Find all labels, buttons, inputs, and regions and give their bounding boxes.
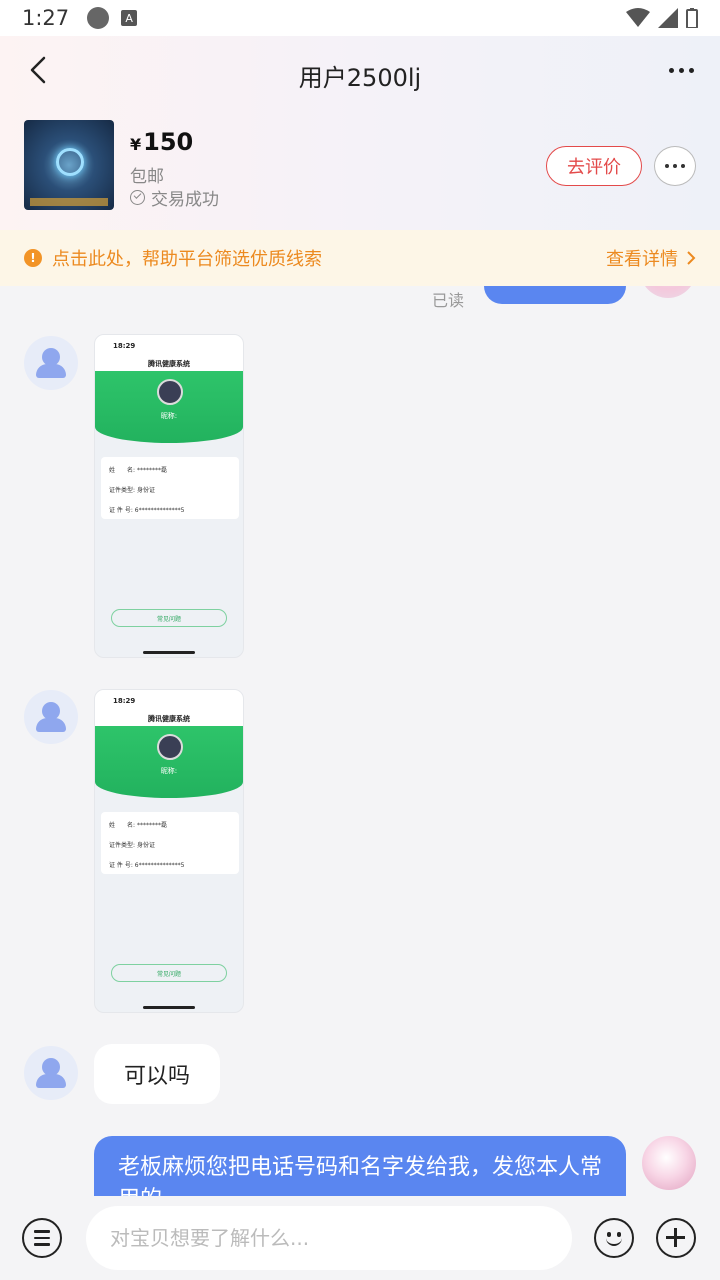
- menu-button[interactable]: [22, 1218, 62, 1258]
- currency-symbol: ¥: [130, 135, 142, 154]
- status-time: 1:27: [22, 6, 70, 30]
- screenshot-title: 腾讯健康系统: [148, 360, 190, 368]
- input-bar: [0, 1196, 720, 1280]
- screenshot-idno-row: 证 件 号: 6**************5: [109, 505, 184, 514]
- chevron-right-icon: [687, 251, 696, 265]
- dot-icon: [678, 67, 684, 73]
- product-price: ¥150: [130, 128, 193, 156]
- dot-icon: [668, 67, 674, 73]
- avatar-body: [36, 364, 66, 378]
- idtype-label: 证件类型:: [109, 487, 136, 494]
- debug-icon: [87, 7, 110, 29]
- my-message-bubble-partial[interactable]: [484, 286, 626, 304]
- review-button[interactable]: 去评价: [546, 146, 642, 186]
- image-message[interactable]: 18:29 腾讯健康系统 昵称: 姓 名: ********磊 证件类型: 身份…: [94, 689, 244, 1013]
- name-label: 姓 名:: [109, 822, 136, 829]
- screenshot-header: 18:29 腾讯健康系统: [95, 690, 243, 726]
- notice-banner[interactable]: ! 点击此处，帮助平台筛选优质线索 查看详情: [0, 230, 720, 286]
- nav-bar: 用户2500lj: [0, 36, 720, 106]
- my-avatar[interactable]: [640, 286, 696, 298]
- screenshot-header: 18:29 腾讯健康系统: [95, 335, 243, 371]
- menu-line-icon: [34, 1243, 50, 1246]
- read-receipt: 已读: [432, 291, 465, 310]
- screenshot-faq-button: 常见问题: [111, 609, 227, 627]
- product-card[interactable]: ¥150 包邮 交易成功 去评价: [24, 120, 696, 212]
- screenshot-name-row: 姓 名: ********磊: [109, 465, 167, 474]
- notice-details-link[interactable]: 查看详情: [606, 245, 696, 271]
- idno-label: 证 件 号:: [109, 862, 133, 869]
- product-thumbnail[interactable]: [24, 120, 114, 210]
- menu-line-icon: [34, 1230, 50, 1233]
- screenshot-home-indicator: [143, 1006, 195, 1009]
- emoji-mouth-icon: [606, 1237, 622, 1246]
- my-avatar[interactable]: [642, 1136, 696, 1190]
- screenshot-time: 18:29: [113, 697, 136, 705]
- screenshot-nickname: 昵称:: [160, 767, 178, 775]
- screenshot-idtype-row: 证件类型: 身份证: [109, 840, 155, 849]
- image-message[interactable]: 18:29 腾讯健康系统 昵称: 姓 名: ********磊 证件类型: 身份…: [94, 334, 244, 658]
- idtype-value: 身份证: [136, 842, 155, 849]
- message-input[interactable]: [86, 1206, 572, 1270]
- dot-icon: [681, 164, 685, 168]
- check-circle-icon: [130, 190, 145, 205]
- deal-status-text: 交易成功: [151, 190, 219, 210]
- more-options-button[interactable]: [664, 56, 698, 84]
- my-text-message[interactable]: 老板麻烦您把电话号码和名字发给我，发您本人常用的: [94, 1136, 626, 1196]
- peer-text-message[interactable]: 可以吗: [94, 1044, 221, 1104]
- screenshot-avatar: [157, 734, 183, 760]
- screenshot-time: 18:29: [113, 342, 136, 350]
- screenshot-avatar: [157, 379, 183, 405]
- screenshot-nickname: 昵称:: [160, 412, 178, 420]
- idno-value: 6**************5: [134, 862, 185, 869]
- battery-icon: [686, 8, 698, 28]
- thumbnail-bar: [30, 198, 108, 206]
- name-label: 姓 名:: [109, 467, 136, 474]
- screenshot-home-indicator: [143, 651, 195, 654]
- screenshot-id-card: 姓 名: ********磊 证件类型: 身份证 证 件 号: 6*******…: [101, 457, 239, 519]
- menu-line-icon: [34, 1236, 50, 1240]
- dot-icon: [688, 67, 694, 73]
- avatar-body: [36, 718, 66, 732]
- shipping-label: 包邮: [130, 167, 164, 187]
- idtype-label: 证件类型:: [109, 842, 136, 849]
- peer-avatar[interactable]: [24, 1046, 78, 1100]
- screenshot-faq-button: 常见问题: [111, 964, 227, 982]
- game-emblem-icon: [56, 148, 84, 176]
- avatar-body: [36, 1074, 66, 1088]
- a-notification-icon: A: [121, 10, 138, 26]
- screenshot-title: 腾讯健康系统: [148, 715, 190, 723]
- plus-button[interactable]: [656, 1218, 696, 1258]
- deal-status: 交易成功: [130, 185, 219, 210]
- name-value: ********磊: [136, 467, 167, 474]
- name-value: ********磊: [136, 822, 167, 829]
- peer-avatar[interactable]: [24, 336, 78, 390]
- chat-list[interactable]: 已读 18:29 腾讯健康系统 昵称: 姓 名: ********磊 证件类型:…: [0, 286, 720, 1196]
- notice-text: 点击此处，帮助平台筛选优质线索: [52, 249, 322, 270]
- idno-label: 证 件 号:: [109, 507, 133, 514]
- page-title: 用户2500lj: [298, 64, 422, 92]
- screenshot-idtype-row: 证件类型: 身份证: [109, 485, 155, 494]
- idtype-value: 身份证: [136, 487, 155, 494]
- emoji-button[interactable]: [594, 1218, 634, 1258]
- idno-value: 6**************5: [134, 507, 185, 514]
- peer-avatar[interactable]: [24, 690, 78, 744]
- wifi-icon: [626, 8, 650, 27]
- product-more-button[interactable]: [654, 146, 696, 186]
- signal-icon: [658, 8, 678, 28]
- dot-icon: [665, 164, 669, 168]
- notice-link-label: 查看详情: [606, 249, 678, 270]
- screenshot-idno-row: 证 件 号: 6**************5: [109, 860, 184, 869]
- price-value: 150: [143, 128, 194, 156]
- status-bar: 1:27 A: [0, 0, 720, 36]
- screenshot-name-row: 姓 名: ********磊: [109, 820, 167, 829]
- dot-icon: [673, 164, 677, 168]
- screenshot-id-card: 姓 名: ********磊 证件类型: 身份证 证 件 号: 6*******…: [101, 812, 239, 874]
- warning-icon: !: [24, 249, 42, 267]
